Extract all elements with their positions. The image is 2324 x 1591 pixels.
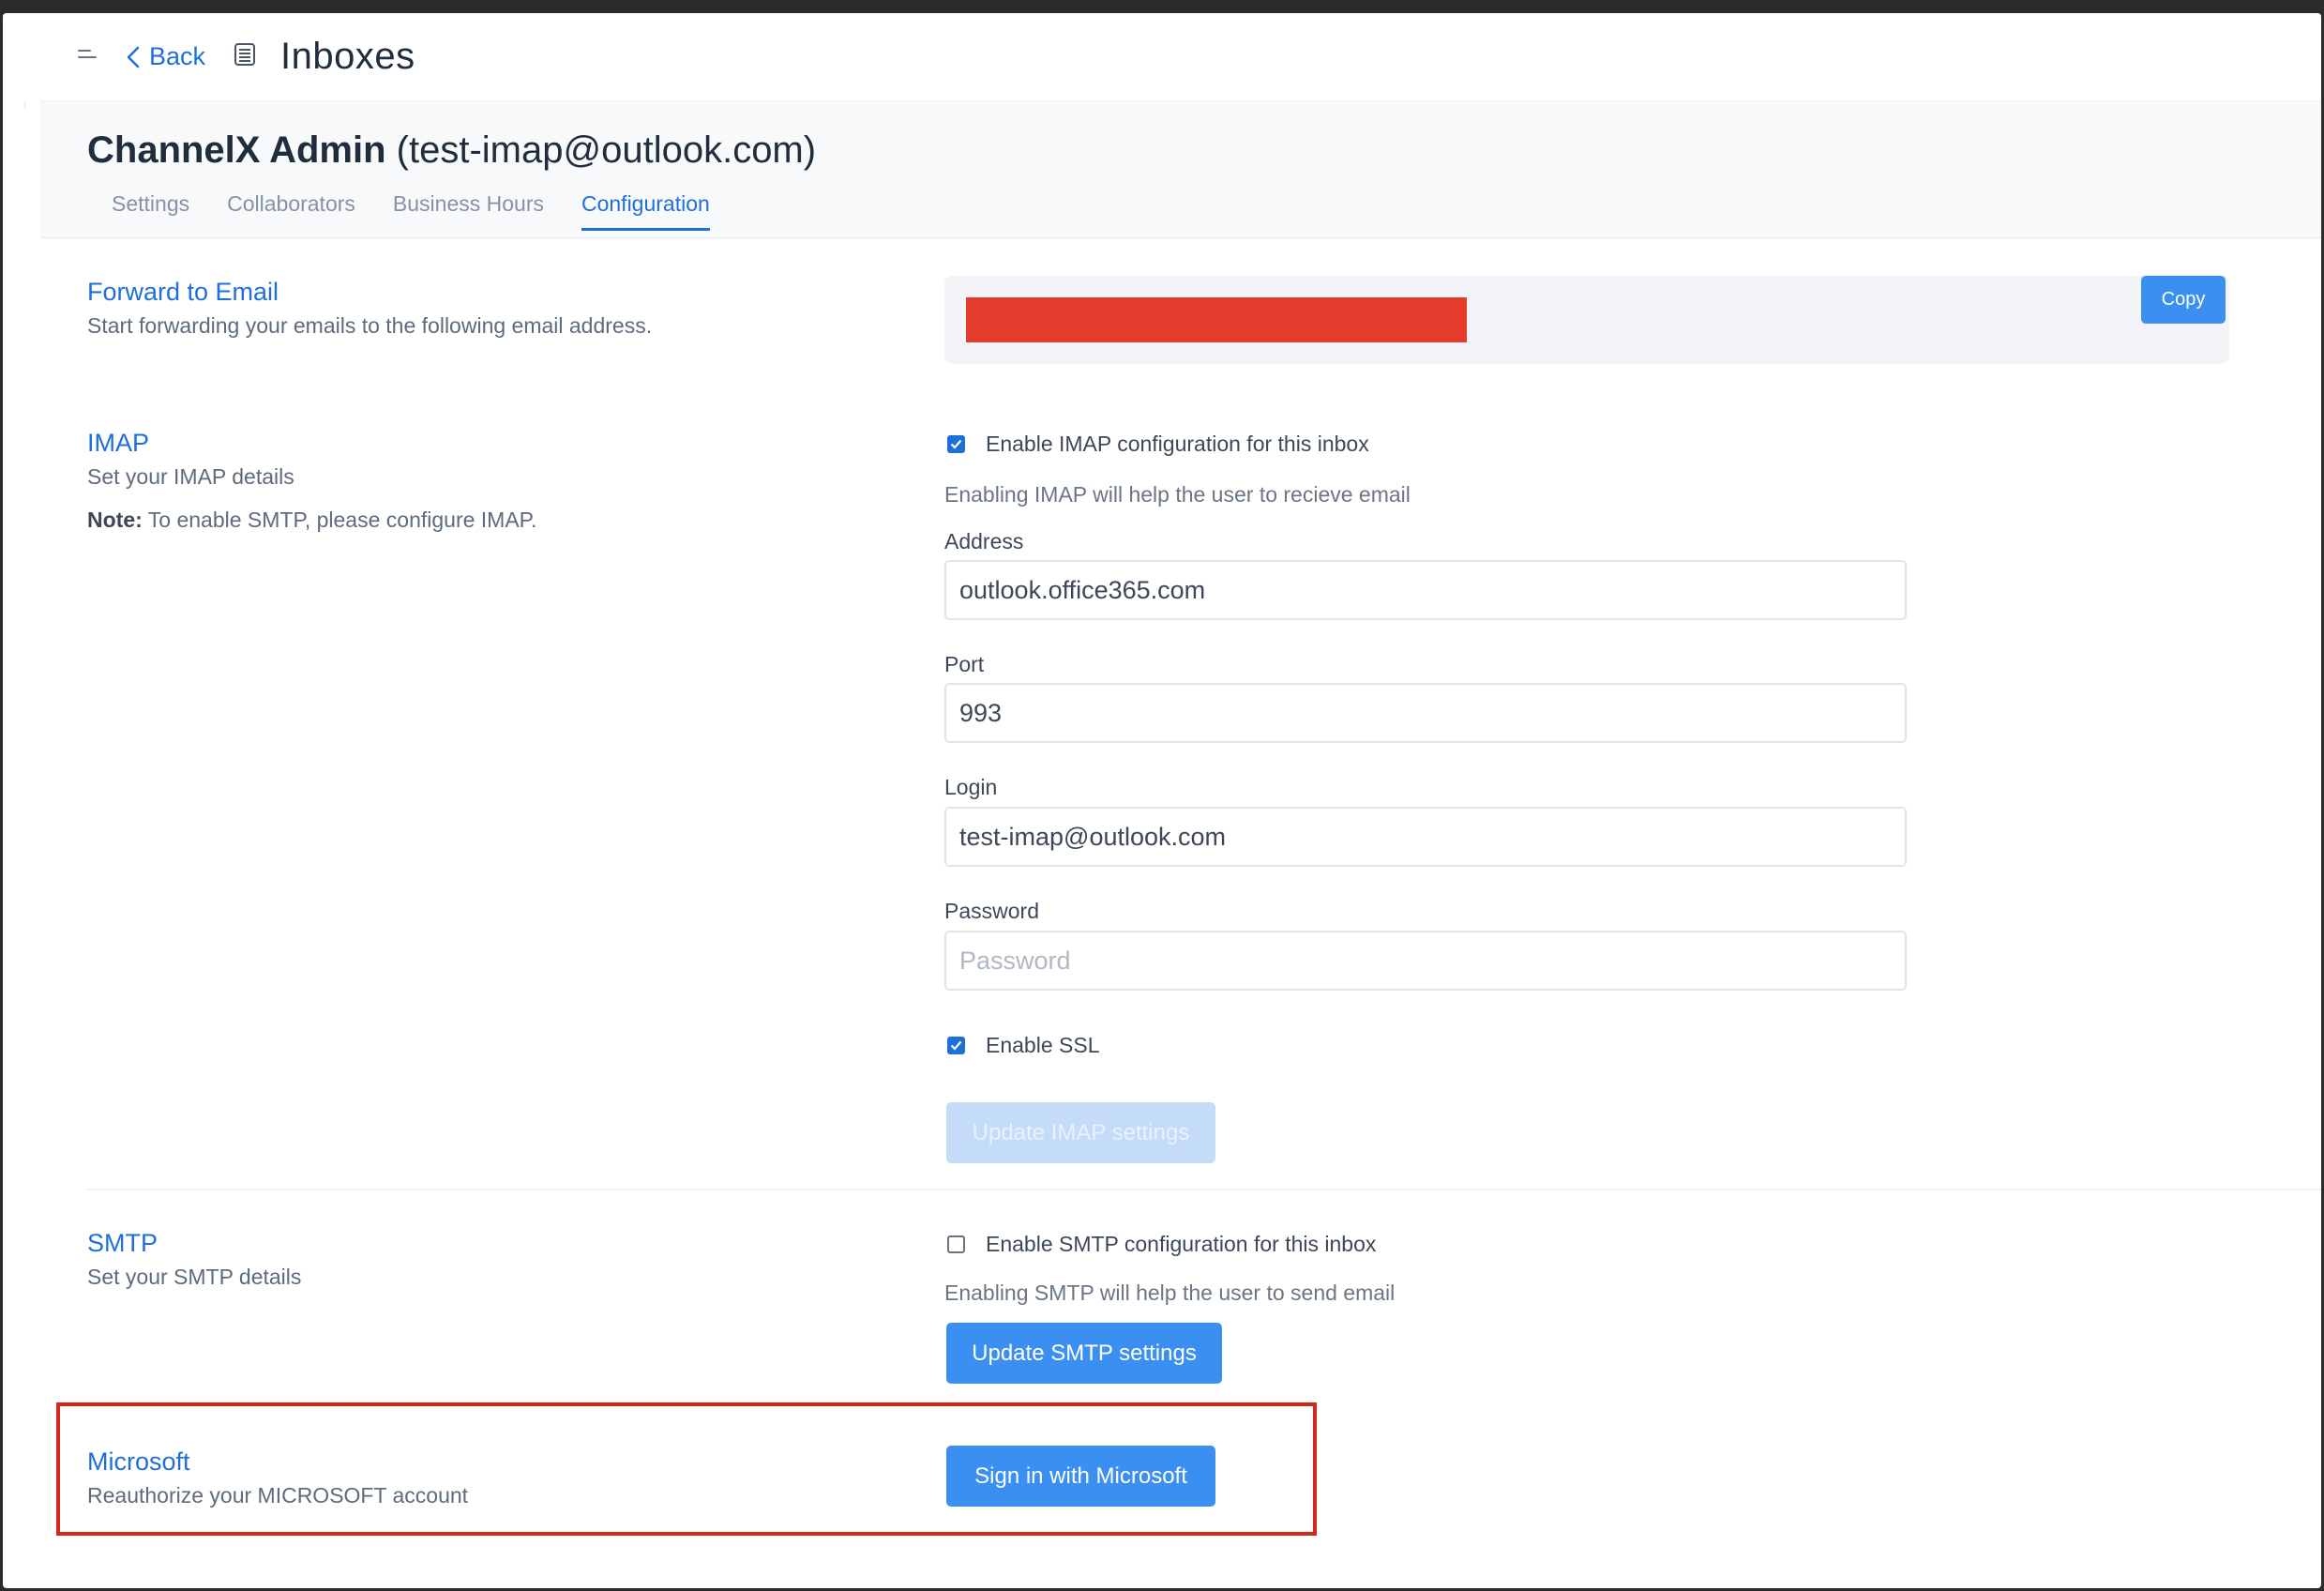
- forward-email-box: [944, 276, 2229, 364]
- forward-title: Forward to Email: [87, 278, 279, 306]
- inbox-name: ChannelX Admin: [87, 129, 386, 171]
- login-input[interactable]: test-imap@outlook.com: [944, 807, 1907, 867]
- login-label: Login: [944, 775, 998, 799]
- inbox-icon: [234, 42, 256, 71]
- password-input[interactable]: Password: [944, 931, 1907, 991]
- imap-enable-row: Enable IMAP configuration for this inbox: [947, 432, 1369, 457]
- smtp-hint: Enabling SMTP will help the user to send…: [944, 1280, 1396, 1305]
- port-label: Port: [944, 652, 985, 676]
- tab-settings[interactable]: Settings: [112, 191, 189, 231]
- update-imap-button[interactable]: Update IMAP settings: [946, 1102, 1215, 1163]
- highlight-box: [56, 1402, 1317, 1536]
- tab-bar: Settings Collaborators Business Hours Co…: [112, 191, 747, 231]
- ssl-checkbox[interactable]: [947, 1037, 965, 1054]
- imap-enable-checkbox[interactable]: [947, 435, 965, 453]
- settings-header: ChannelX Admin (test-imap@outlook.com) S…: [40, 100, 2321, 238]
- smtp-subtitle: Set your SMTP details: [87, 1265, 302, 1289]
- update-smtp-button[interactable]: Update SMTP settings: [946, 1323, 1222, 1384]
- password-label: Password: [944, 899, 1039, 923]
- section-divider: [87, 1189, 2321, 1190]
- tab-business-hours[interactable]: Business Hours: [393, 191, 544, 231]
- imap-enable-label: Enable IMAP configuration for this inbox: [986, 432, 1369, 456]
- ssl-row: Enable SSL: [947, 1033, 1099, 1058]
- check-icon: [950, 439, 962, 449]
- smtp-enable-checkbox[interactable]: [947, 1235, 965, 1253]
- address-label: Address: [944, 529, 1024, 553]
- smtp-enable-label: Enable SMTP configuration for this inbox: [986, 1232, 1377, 1256]
- smtp-enable-row: Enable SMTP configuration for this inbox: [947, 1232, 1376, 1257]
- imap-subtitle: Set your IMAP details: [87, 464, 294, 489]
- tab-configuration[interactable]: Configuration: [581, 191, 710, 231]
- ssl-label: Enable SSL: [986, 1033, 1100, 1057]
- app-window: Back Inboxes ChannelX Admin (test-imap@o…: [3, 13, 2321, 1588]
- imap-hint: Enabling IMAP will help the user to reci…: [944, 482, 1411, 507]
- back-button[interactable]: Back: [127, 42, 205, 71]
- redacted-email: [966, 297, 1467, 342]
- address-input[interactable]: outlook.office365.com: [944, 560, 1907, 620]
- forward-subtitle: Start forwarding your emails to the foll…: [87, 313, 653, 338]
- copy-button[interactable]: Copy: [2141, 276, 2226, 324]
- imap-note-label: Note:: [87, 508, 143, 532]
- imap-title: IMAP: [87, 429, 150, 457]
- smtp-title: SMTP: [87, 1229, 158, 1257]
- top-bar: Back Inboxes: [3, 13, 2321, 100]
- inbox-email: (test-imap@outlook.com): [396, 129, 817, 171]
- imap-note: Note: To enable SMTP, please configure I…: [87, 508, 536, 533]
- inbox-heading: ChannelX Admin (test-imap@outlook.com): [87, 129, 816, 172]
- tab-collaborators[interactable]: Collaborators: [227, 191, 355, 231]
- page-title: Inboxes: [280, 36, 415, 77]
- menu-icon[interactable]: [78, 49, 98, 65]
- chevron-left-icon: [127, 46, 140, 68]
- back-label: Back: [149, 42, 206, 70]
- port-input[interactable]: 993: [944, 683, 1907, 743]
- imap-note-text: To enable SMTP, please configure IMAP.: [147, 508, 537, 532]
- check-icon: [950, 1040, 962, 1051]
